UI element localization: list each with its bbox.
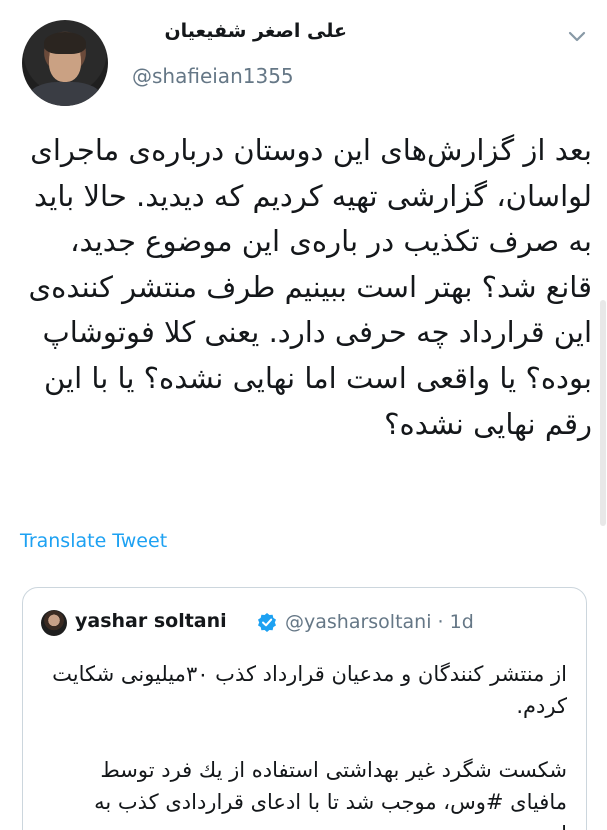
tweet-text: بعد از گزارش‌های این دوستان درباره‌ی ماج… [28, 133, 592, 441]
quoted-tweet-text: از منتشر کنندگان و مدعیان قرارداد کذب ۳۰… [52, 662, 567, 718]
verified-badge-icon [258, 613, 276, 632]
author-avatar[interactable] [22, 20, 108, 106]
avatar-shirt [28, 82, 102, 106]
avatar-hair [44, 32, 86, 54]
chevron-down-icon[interactable] [566, 28, 588, 46]
quoted-tweet-text-continued: شکست شگرد غیر بهداشتی استفاده از یك فرد … [94, 758, 567, 830]
translate-tweet-link[interactable]: Translate Tweet [20, 530, 167, 552]
author-handle[interactable]: @shafieian1355 [132, 64, 294, 88]
scrollbar[interactable] [600, 300, 606, 526]
author-display-name[interactable]: علی اصغر شفیعیان [164, 20, 347, 42]
quoted-author-name[interactable]: yashar soltani [75, 610, 227, 632]
quoted-author-avatar[interactable] [41, 610, 67, 636]
quoted-tweet-card[interactable]: yashar soltani @yasharsoltani · 1d از من… [22, 587, 587, 830]
quoted-author-handle[interactable]: @yasharsoltani · 1d [285, 611, 474, 633]
